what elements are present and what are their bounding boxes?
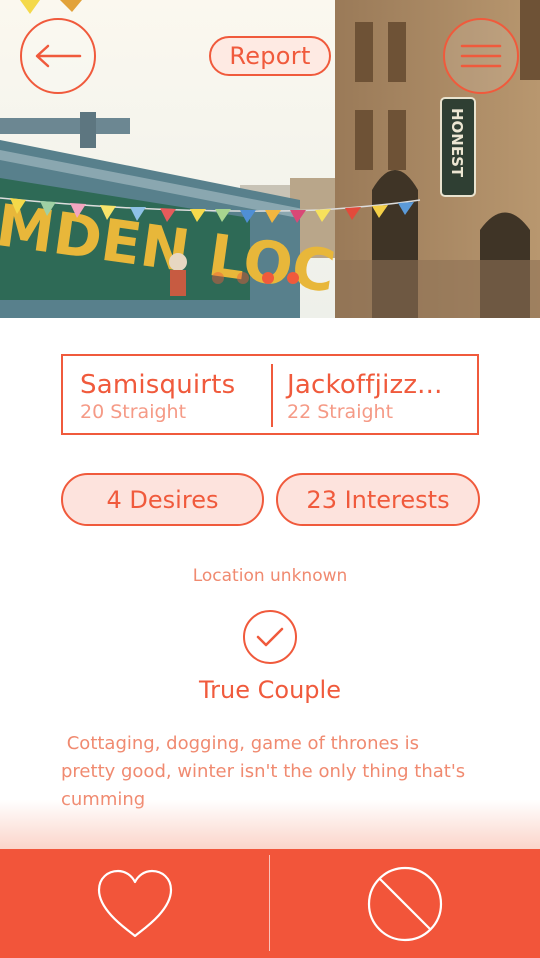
heart-icon (97, 869, 173, 937)
partner-name: Jackoffjizz... (287, 370, 443, 400)
action-divider (269, 855, 270, 951)
report-button[interactable]: Report (209, 36, 331, 76)
pass-button[interactable] (270, 849, 540, 958)
arrow-left-icon (35, 44, 82, 68)
partner-divider (271, 364, 273, 427)
partner-orientation: Straight (110, 401, 187, 423)
partner-name: Samisquirts (80, 370, 236, 400)
partner-one[interactable]: Samisquirts 20 Straight (63, 356, 270, 433)
partner-meta: 22 Straight (287, 400, 477, 424)
partner-meta: 20 Straight (80, 400, 270, 424)
partners-card: Samisquirts 20 Straight Jackoffjizz... 2… (61, 354, 479, 435)
block-icon (367, 866, 443, 941)
partner-orientation: Straight (317, 401, 394, 423)
partner-two[interactable]: Jackoffjizz... 22 Straight (270, 356, 477, 433)
svg-text:HONEST: HONEST (448, 108, 466, 178)
like-button[interactable] (0, 849, 270, 958)
hamburger-menu-icon (460, 44, 502, 68)
bottom-fade (0, 800, 540, 852)
verified-label: True Couple (199, 676, 341, 704)
pager-dot[interactable] (212, 272, 224, 284)
desires-button[interactable]: 4 Desires (61, 473, 264, 526)
partner-age: 22 (287, 401, 312, 423)
menu-button[interactable] (443, 18, 519, 94)
pager-dot[interactable] (237, 272, 249, 284)
location-text: Location unknown (192, 566, 348, 586)
interests-button[interactable]: 23 Interests (276, 473, 480, 526)
back-button[interactable] (20, 18, 96, 94)
checkmark-circle-icon (243, 610, 297, 664)
profile-photo[interactable]: MDEN LOCK HONEST Report (0, 0, 540, 318)
photo-pager[interactable] (212, 272, 299, 284)
action-bar (0, 849, 540, 958)
partner-age: 20 (80, 401, 105, 423)
pager-dot-active[interactable] (287, 272, 299, 284)
pager-dot[interactable] (262, 272, 274, 284)
